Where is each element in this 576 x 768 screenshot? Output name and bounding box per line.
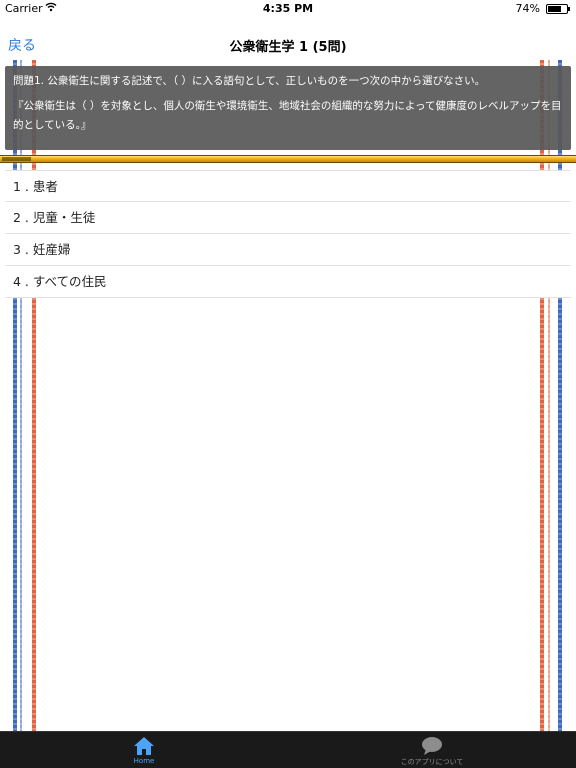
chat-bubble-icon xyxy=(420,736,444,756)
tab-about[interactable]: このアプリについて xyxy=(288,732,576,768)
answer-option-2[interactable]: 2 . 児童・生徒 xyxy=(5,202,571,234)
page-title: 公衆衛生学 1 (5問) xyxy=(229,40,347,55)
question-panel: 問題1. 公衆衛生に関する記述で、（ ）に入る語句として、正しいものを一つ次の中… xyxy=(5,66,571,150)
battery-percentage: 74% xyxy=(515,2,540,15)
home-icon xyxy=(132,736,156,756)
answer-option-1[interactable]: 1 . 患者 xyxy=(5,170,571,202)
question-body: 『公衆衛生は（ ）を対象とし、個人の衛生や環境衛生、地域社会の組織的な努力によっ… xyxy=(13,100,562,131)
tab-home-label: Home xyxy=(133,757,155,765)
question-prompt: 問題1. 公衆衛生に関する記述で、（ ）に入る語句として、正しいものを一つ次の中… xyxy=(13,75,486,87)
progress-fill xyxy=(2,157,31,161)
status-time: 4:35 PM xyxy=(262,2,314,15)
battery-icon xyxy=(546,4,570,14)
tab-about-label: このアプリについて xyxy=(400,758,464,766)
tab-bar: Home このアプリについて xyxy=(0,731,576,768)
status-bar: Carrier 4:35 PM 74% xyxy=(0,0,576,18)
tab-home[interactable]: Home xyxy=(0,732,288,768)
screen: Carrier 4:35 PM 74% 戻る 公衆衛生学 1 (5問) 問題1.… xyxy=(0,0,576,768)
progress-bar xyxy=(0,155,576,163)
answer-list: 1 . 患者 2 . 児童・生徒 3 . 妊産婦 4 . すべての住民 xyxy=(5,170,571,298)
answer-option-4[interactable]: 4 . すべての住民 xyxy=(5,266,571,298)
navigation-bar: 戻る 公衆衛生学 1 (5問) xyxy=(0,18,576,68)
answer-option-3[interactable]: 3 . 妊産婦 xyxy=(5,234,571,266)
